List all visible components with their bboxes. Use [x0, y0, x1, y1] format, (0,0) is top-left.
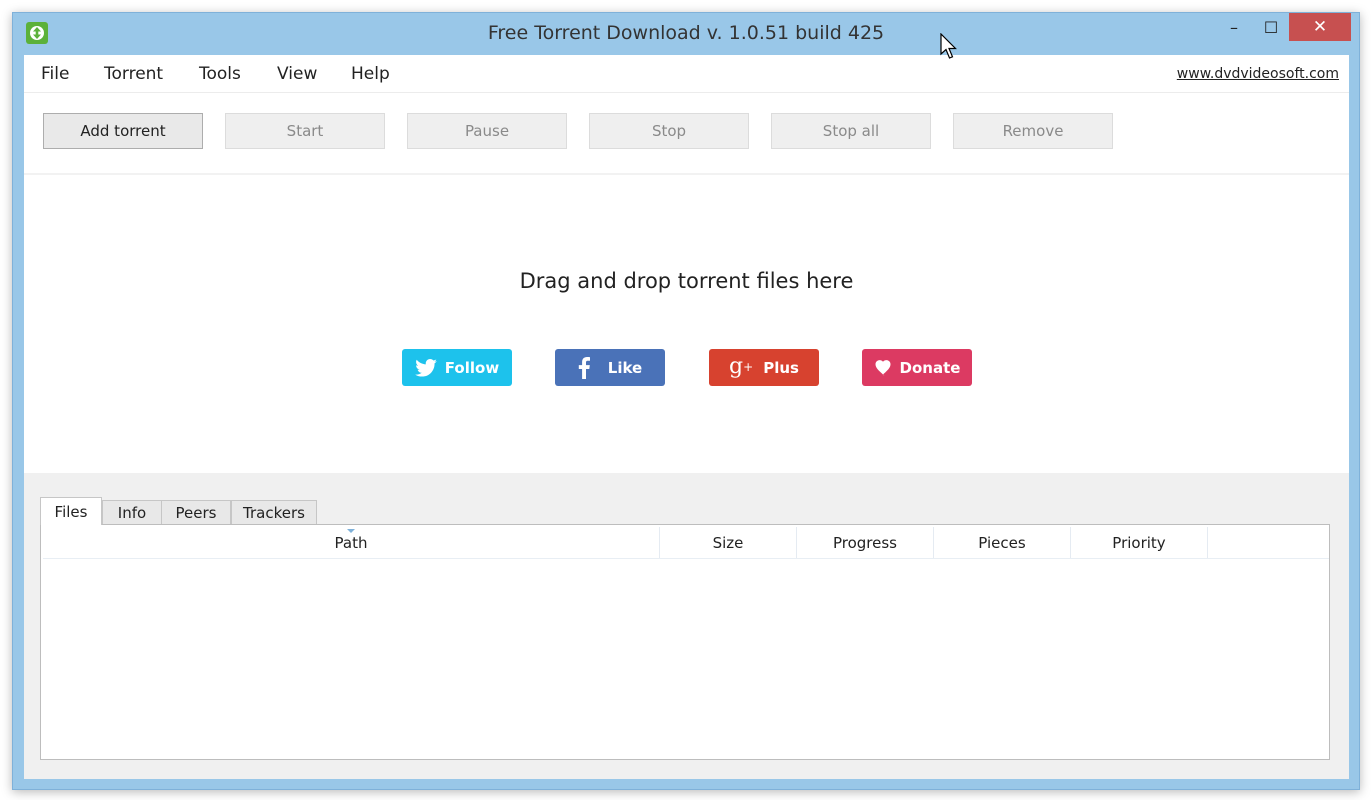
column-pieces[interactable]: Pieces: [934, 527, 1071, 558]
google-plus-button[interactable]: g + Plus: [709, 349, 819, 386]
follow-label: Follow: [444, 358, 500, 377]
close-button[interactable]: ✕: [1289, 13, 1351, 41]
menu-torrent[interactable]: Torrent: [104, 64, 163, 84]
tab-trackers[interactable]: Trackers: [231, 500, 317, 524]
menu-help[interactable]: Help: [351, 64, 390, 84]
close-icon: ✕: [1312, 17, 1328, 37]
donate-label: Donate: [899, 358, 961, 377]
maximize-button[interactable]: ☐: [1253, 13, 1289, 41]
tab-peers[interactable]: Peers: [161, 500, 231, 524]
minimize-icon: –: [1230, 17, 1238, 37]
table-header: Path Size Progress Pieces Priority: [43, 527, 1329, 559]
title-bar[interactable]: Free Torrent Download v. 1.0.51 build 42…: [13, 13, 1359, 55]
facebook-icon: [578, 356, 590, 379]
remove-button[interactable]: Remove: [953, 113, 1113, 149]
column-priority[interactable]: Priority: [1071, 527, 1208, 558]
menu-tools[interactable]: Tools: [199, 64, 241, 84]
app-window: Free Torrent Download v. 1.0.51 build 42…: [12, 12, 1360, 790]
twitter-icon: [414, 358, 437, 377]
details-pane: Files Info Peers Trackers Path Size Prog…: [24, 473, 1349, 779]
google-plus-icon: g +: [729, 354, 754, 379]
client-area: File Torrent Tools View Help www.dvdvide…: [24, 55, 1349, 779]
drop-hint-text: Drag and drop torrent files here: [519, 269, 854, 293]
tab-info[interactable]: Info: [102, 500, 162, 524]
mouse-cursor-icon: [940, 33, 957, 59]
stop-button[interactable]: Stop: [589, 113, 749, 149]
minimize-button[interactable]: –: [1216, 13, 1252, 41]
facebook-like-button[interactable]: Like: [555, 349, 665, 386]
column-size[interactable]: Size: [660, 527, 797, 558]
sort-indicator-icon: [347, 529, 355, 533]
column-path[interactable]: Path: [43, 527, 660, 558]
donate-button[interactable]: Donate: [862, 349, 972, 386]
plus-label: Plus: [763, 358, 799, 377]
maximize-icon: ☐: [1263, 17, 1279, 37]
files-table: Path Size Progress Pieces Priority: [40, 524, 1330, 760]
column-progress[interactable]: Progress: [797, 527, 934, 558]
website-link[interactable]: www.dvdvideosoft.com: [1177, 66, 1339, 82]
menu-view[interactable]: View: [277, 64, 317, 84]
toolbar: Add torrent Start Pause Stop Stop all Re…: [24, 93, 1349, 175]
menu-bar: File Torrent Tools View Help www.dvdvide…: [24, 55, 1349, 93]
twitter-follow-button[interactable]: Follow: [402, 349, 512, 386]
pause-button[interactable]: Pause: [407, 113, 567, 149]
like-label: Like: [607, 358, 643, 377]
start-button[interactable]: Start: [225, 113, 385, 149]
drop-zone[interactable]: Drag and drop torrent files here Follow …: [24, 175, 1349, 473]
stop-all-button[interactable]: Stop all: [771, 113, 931, 149]
menu-file[interactable]: File: [41, 64, 69, 84]
window-title: Free Torrent Download v. 1.0.51 build 42…: [487, 22, 885, 44]
column-path-label: Path: [334, 533, 368, 552]
heart-icon: [874, 359, 892, 376]
add-torrent-button[interactable]: Add torrent: [43, 113, 203, 149]
tab-files[interactable]: Files: [40, 497, 102, 525]
